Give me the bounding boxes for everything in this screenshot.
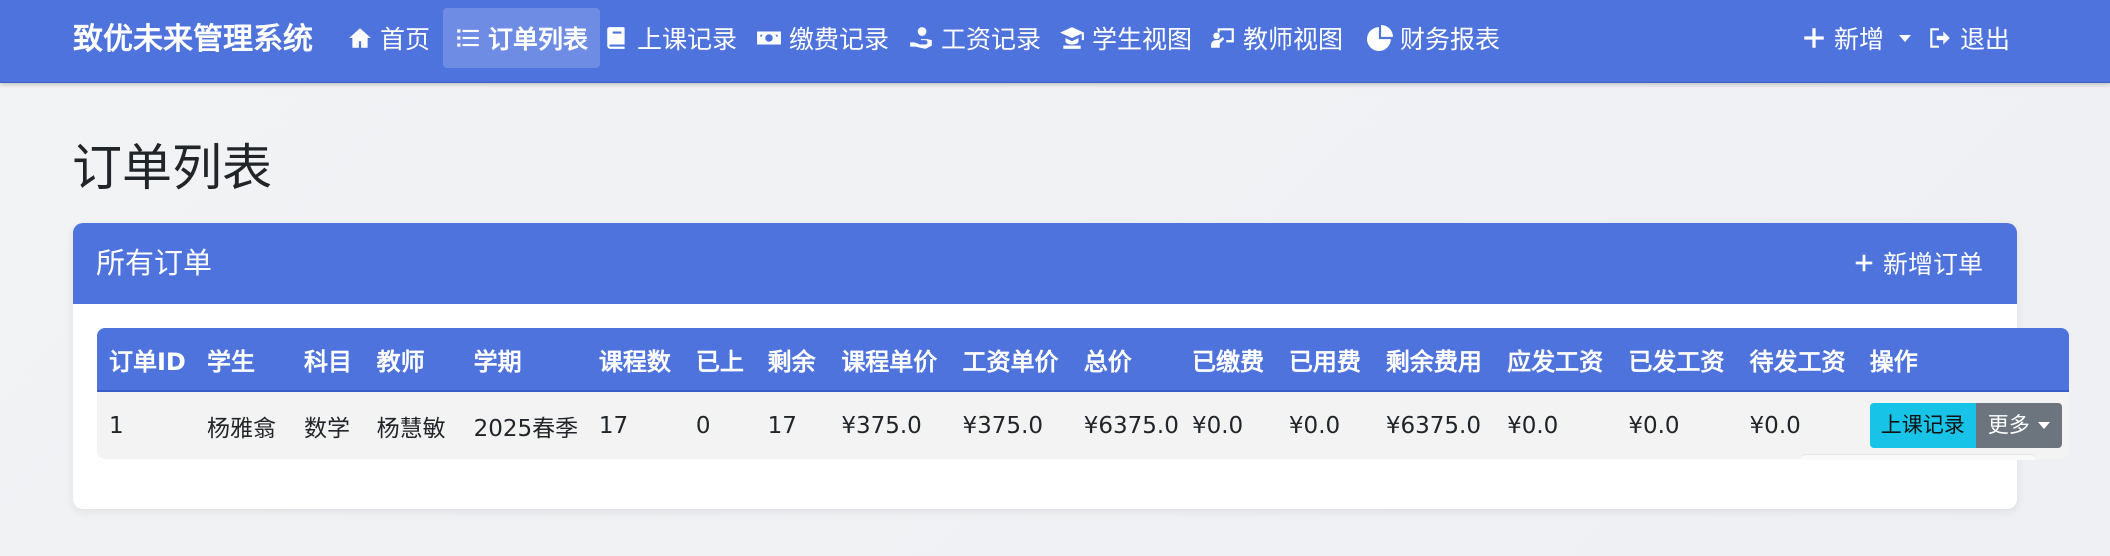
col-header-salary-due[interactable]: 应发工资 (1495, 328, 1617, 392)
list-icon (457, 29, 479, 47)
col-header-used[interactable]: 已用费 (1276, 328, 1374, 392)
col-header-attended[interactable]: 已上 (683, 328, 756, 392)
nav-item-teacher-view[interactable]: 教师视图 (1200, 8, 1353, 68)
cell-salary-pending: ¥0.0 (1737, 392, 1858, 459)
col-header-course-count[interactable]: 课程数 (586, 328, 684, 392)
nav-item-label: 财务报表 (1400, 25, 1501, 54)
cell-term: 2025春季 (461, 392, 587, 459)
col-header-subject[interactable]: 科目 (291, 328, 365, 392)
logout-label: 退出 (1960, 25, 2011, 54)
col-header-salary-paid[interactable]: 已发工资 (1616, 328, 1738, 392)
col-header-actions: 操作 (1857, 328, 2069, 392)
card-title: 所有订单 (96, 246, 213, 280)
money-icon (757, 31, 781, 45)
nav-item-financial-report[interactable]: 财务报表 (1357, 8, 1510, 68)
nav-item-salary-records[interactable]: 工资记录 (898, 8, 1051, 68)
col-header-salary-price[interactable]: 工资单价 (950, 328, 1072, 392)
cell-attended: 0 (683, 392, 756, 459)
class-records-button[interactable]: 上课记录 (1869, 403, 1976, 448)
col-header-course-price[interactable]: 课程单价 (829, 328, 951, 392)
nav-item-label: 教师视图 (1243, 25, 1344, 54)
add-dropdown-toggle[interactable]: 新增 (1791, 8, 1921, 68)
cell-salary-paid: ¥0.0 (1616, 392, 1738, 459)
cell-total: ¥6375.0 (1071, 392, 1180, 459)
col-header-salary-pending[interactable]: 待发工资 (1737, 328, 1858, 392)
plus-icon (1804, 28, 1824, 48)
brand-logo-text[interactable]: 致优未来管理系统 (73, 18, 313, 62)
book-icon (607, 27, 625, 49)
home-icon (349, 28, 371, 48)
dropdown-menu-edge (1800, 454, 2036, 460)
nav-item-label: 学生视图 (1092, 25, 1193, 54)
teacher-icon (1211, 28, 1234, 48)
more-dropdown-button[interactable]: 更多 (1975, 403, 2062, 448)
row-action-group: 上课记录 更多 (1869, 403, 2062, 448)
plus-icon (1855, 254, 1873, 272)
orders-card: 所有订单 新增订单 订单ID 学生 科目 教师 学期 课程数 已上 剩余 课程单… (73, 223, 2069, 509)
orders-table: 订单ID 学生 科目 教师 学期 课程数 已上 剩余 课程单价 工资单价 总价 … (97, 328, 2069, 459)
nav-item-payment-records[interactable]: 缴费记录 (746, 8, 899, 68)
col-header-term[interactable]: 学期 (461, 328, 587, 392)
more-label: 更多 (1987, 413, 2030, 437)
cell-paid: ¥0.0 (1179, 392, 1277, 459)
col-header-remaining-fee[interactable]: 剩余费用 (1373, 328, 1496, 392)
page-title: 订单列表 (72, 139, 272, 197)
nav-item-label: 缴费记录 (789, 25, 890, 54)
nav-item-class-records[interactable]: 上课记录 (594, 8, 747, 68)
col-header-paid[interactable]: 已缴费 (1179, 328, 1277, 392)
col-header-remaining[interactable]: 剩余 (755, 328, 830, 392)
cell-subject: 数学 (291, 392, 365, 459)
nav-item-student-view[interactable]: 学生视图 (1049, 8, 1202, 68)
nav-item-label: 订单列表 (488, 25, 589, 54)
cell-order-id: 1 (97, 392, 195, 459)
top-navbar: 致优未来管理系统 首页 订单列表 上课记录 缴费记录 工资记录 学生视图 教师视… (0, 0, 2110, 83)
cell-actions: 上课记录 更多 (1857, 392, 2069, 459)
cell-remaining: 17 (755, 392, 830, 459)
nav-item-label: 工资记录 (941, 25, 1042, 54)
new-order-button[interactable]: 新增订单 (1853, 243, 1983, 283)
col-header-total[interactable]: 总价 (1071, 328, 1180, 392)
cell-used: ¥0.0 (1276, 392, 1374, 459)
cell-remaining-fee: ¥6375.0 (1373, 392, 1496, 459)
col-header-teacher[interactable]: 教师 (364, 328, 462, 392)
add-dropdown-label: 新增 (1834, 25, 1885, 54)
cell-course-count: 17 (586, 392, 684, 459)
caret-down-icon (1899, 34, 1912, 42)
table-row: 1 杨雅翕 数学 杨慧敏 2025春季 17 0 17 ¥375.0 ¥375.… (97, 392, 2069, 459)
col-header-order-id[interactable]: 订单ID (97, 328, 195, 392)
orders-table-wrapper: 订单ID 学生 科目 教师 学期 课程数 已上 剩余 课程单价 工资单价 总价 … (97, 328, 2069, 459)
table-header-row: 订单ID 学生 科目 教师 学期 课程数 已上 剩余 课程单价 工资单价 总价 … (97, 328, 2069, 392)
col-header-student[interactable]: 学生 (194, 328, 292, 392)
nav-item-home[interactable]: 首页 (337, 8, 440, 68)
card-header: 所有订单 新增订单 (73, 223, 2017, 304)
cell-teacher: 杨慧敏 (364, 392, 462, 459)
cell-student: 杨雅翕 (194, 392, 292, 459)
cell-salary-price: ¥375.0 (950, 392, 1072, 459)
nav-item-label: 上课记录 (637, 25, 738, 54)
new-order-label: 新增订单 (1882, 250, 1983, 279)
caret-down-icon (2037, 422, 2050, 429)
hand-coin-icon (910, 27, 932, 49)
logout-button[interactable]: 退出 (1917, 8, 2020, 68)
logout-icon (1930, 28, 1950, 48)
student-icon (1060, 27, 1084, 49)
cell-course-price: ¥375.0 (829, 392, 951, 459)
cell-salary-due: ¥0.0 (1495, 392, 1617, 459)
nav-item-orders[interactable]: 订单列表 (443, 8, 601, 68)
pie-chart-icon (1367, 25, 1393, 51)
nav-item-label: 首页 (380, 25, 431, 54)
